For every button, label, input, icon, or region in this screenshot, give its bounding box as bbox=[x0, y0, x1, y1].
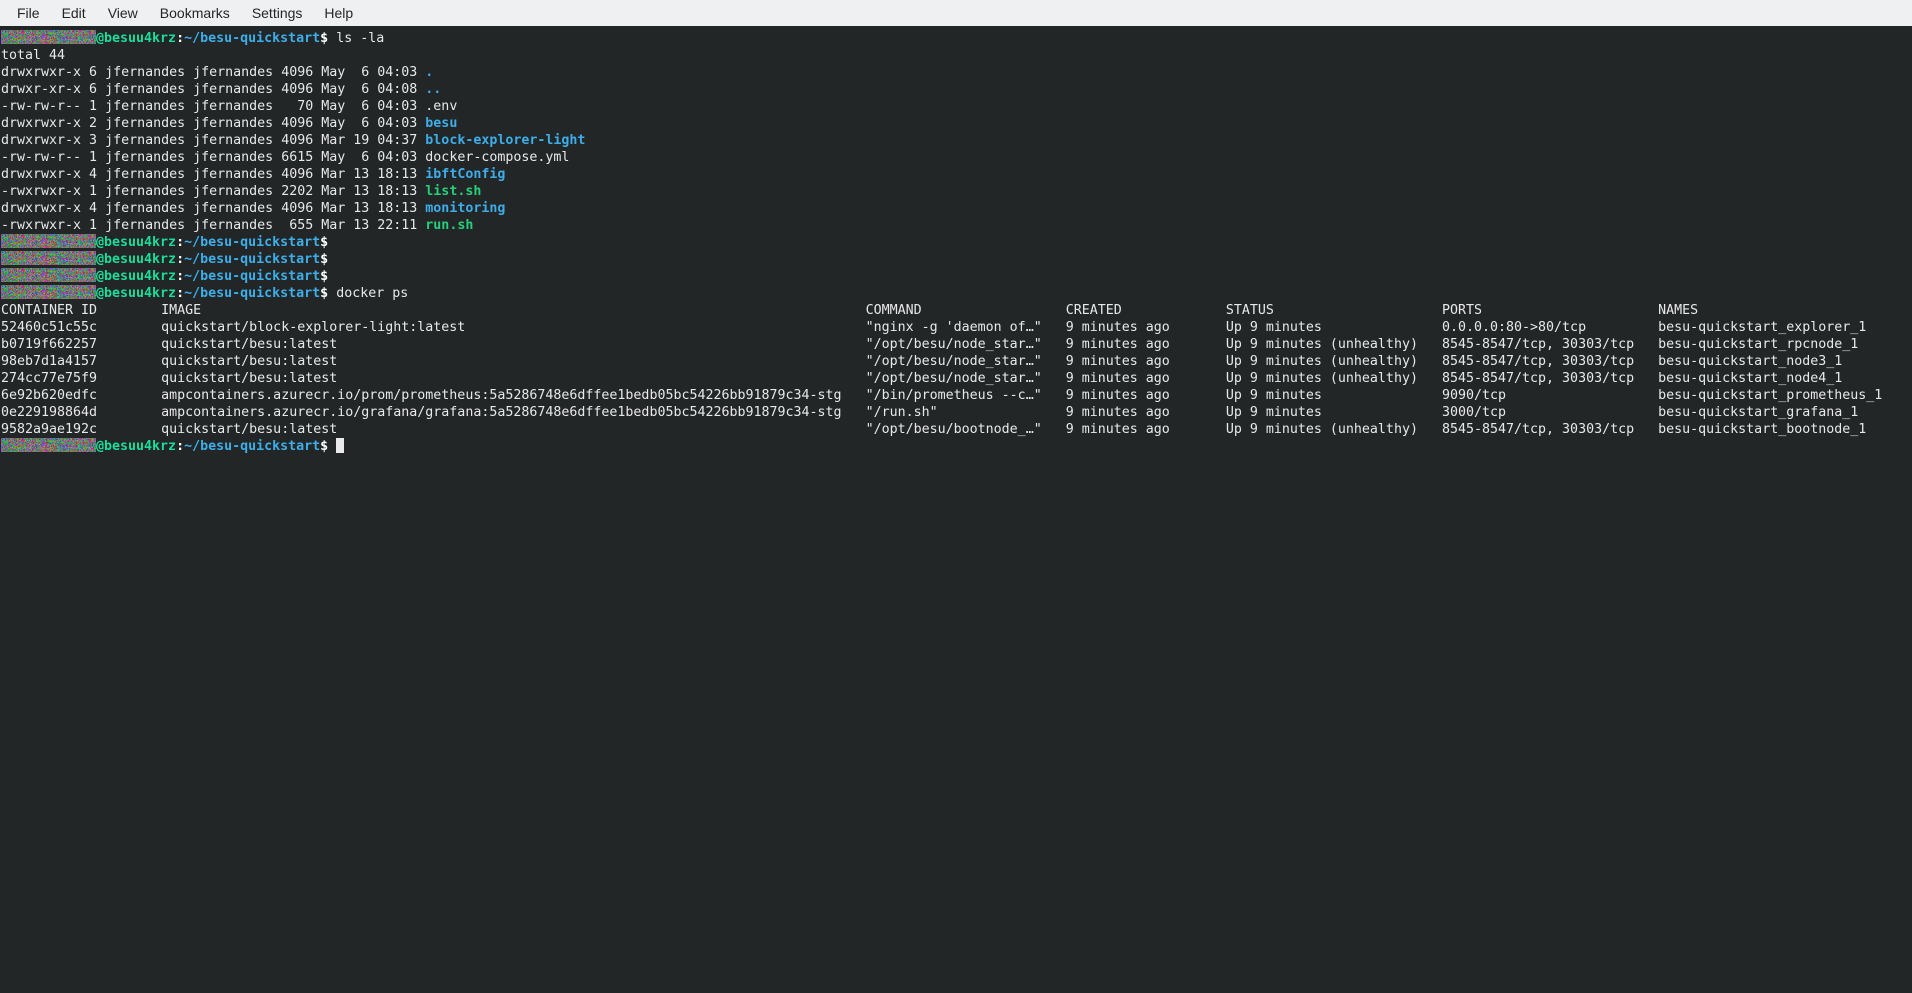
ls-entry-name: list.sh bbox=[425, 184, 481, 199]
docker-row-text: 0e229198864d ampcontainers.azurecr.io/gr… bbox=[1, 405, 1858, 420]
prompt-path: ~/besu-quickstart bbox=[184, 439, 320, 454]
menu-item-view[interactable]: View bbox=[97, 5, 149, 21]
prompt-path: ~/besu-quickstart bbox=[184, 269, 320, 284]
redacted-username bbox=[1, 30, 96, 44]
ls-entry-name: block-explorer-light bbox=[425, 133, 585, 148]
ls-entry-meta: drwxrwxr-x 6 jfernandes jfernandes 4096 … bbox=[1, 65, 425, 80]
docker-ps-row: 274cc77e75f9 quickstart/besu:latest "/op… bbox=[1, 370, 1912, 387]
ls-entry-meta: drwxr-xr-x 6 jfernandes jfernandes 4096 … bbox=[1, 82, 425, 97]
docker-row-text: 6e92b620edfc ampcontainers.azurecr.io/pr… bbox=[1, 388, 1882, 403]
ls-output-line: -rwxrwxr-x 1 jfernandes jfernandes 655 M… bbox=[1, 217, 1912, 234]
ls-entry-meta: drwxrwxr-x 2 jfernandes jfernandes 4096 … bbox=[1, 116, 425, 131]
prompt-separator: : bbox=[176, 439, 184, 454]
prompt-symbol: $ bbox=[320, 439, 328, 454]
menu-item-help[interactable]: Help bbox=[313, 5, 364, 21]
ls-entry-meta: -rw-rw-r-- 1 jfernandes jfernandes 70 Ma… bbox=[1, 99, 425, 114]
docker-ps-header: CONTAINER ID IMAGE COMMAND CREATED STATU… bbox=[1, 302, 1912, 319]
ls-entry-name: ibftConfig bbox=[425, 167, 505, 182]
ls-output-line: drwxrwxr-x 4 jfernandes jfernandes 4096 … bbox=[1, 200, 1912, 217]
prompt-path: ~/besu-quickstart bbox=[184, 235, 320, 250]
docker-row-text: 52460c51c55c quickstart/block-explorer-l… bbox=[1, 320, 1866, 335]
ls-output-line: -rw-rw-r-- 1 jfernandes jfernandes 6615 … bbox=[1, 149, 1912, 166]
prompt-symbol: $ bbox=[320, 252, 328, 267]
menu-item-edit[interactable]: Edit bbox=[51, 5, 97, 21]
prompt-line: @besuu4krz:~/besu-quickstart$ bbox=[1, 438, 1912, 455]
menu-item-bookmarks[interactable]: Bookmarks bbox=[149, 5, 241, 21]
prompt-host: @besuu4krz bbox=[96, 235, 176, 250]
ls-entry-name: run.sh bbox=[425, 218, 473, 233]
ls-output-line: drwxrwxr-x 3 jfernandes jfernandes 4096 … bbox=[1, 132, 1912, 149]
docker-row-text: 9582a9ae192c quickstart/besu:latest "/op… bbox=[1, 422, 1866, 437]
prompt-separator: : bbox=[176, 31, 184, 46]
redacted-username bbox=[1, 268, 96, 282]
ls-entry-meta: -rwxrwxr-x 1 jfernandes jfernandes 655 M… bbox=[1, 218, 425, 233]
ls-entry-meta: drwxrwxr-x 4 jfernandes jfernandes 4096 … bbox=[1, 201, 425, 216]
docker-ps-row: 0e229198864d ampcontainers.azurecr.io/gr… bbox=[1, 404, 1912, 421]
docker-ps-row: 52460c51c55c quickstart/block-explorer-l… bbox=[1, 319, 1912, 336]
prompt-separator: : bbox=[176, 286, 184, 301]
typed-command: ls -la bbox=[328, 31, 384, 46]
docker-ps-row: 9582a9ae192c quickstart/besu:latest "/op… bbox=[1, 421, 1912, 438]
ls-entry-name: .env bbox=[425, 99, 457, 114]
prompt-host: @besuu4krz bbox=[96, 31, 176, 46]
prompt-symbol: $ bbox=[320, 269, 328, 284]
docker-ps-row: b0719f662257 quickstart/besu:latest "/op… bbox=[1, 336, 1912, 353]
text-segment bbox=[328, 439, 336, 454]
ls-total: total 44 bbox=[1, 48, 65, 63]
prompt-separator: : bbox=[176, 269, 184, 284]
menu-item-settings[interactable]: Settings bbox=[241, 5, 314, 21]
prompt-symbol: $ bbox=[320, 31, 328, 46]
ls-entry-meta: -rw-rw-r-- 1 jfernandes jfernandes 6615 … bbox=[1, 150, 425, 165]
ls-output-line: drwxrwxr-x 4 jfernandes jfernandes 4096 … bbox=[1, 166, 1912, 183]
prompt-symbol: $ bbox=[320, 286, 328, 301]
ls-entry-meta: drwxrwxr-x 4 jfernandes jfernandes 4096 … bbox=[1, 167, 425, 182]
redacted-username bbox=[1, 234, 96, 248]
prompt-line: @besuu4krz:~/besu-quickstart$ ls -la bbox=[1, 30, 1912, 47]
ls-output-line: drwxrwxr-x 2 jfernandes jfernandes 4096 … bbox=[1, 115, 1912, 132]
prompt-separator: : bbox=[176, 252, 184, 267]
docker-row-text: 274cc77e75f9 quickstart/besu:latest "/op… bbox=[1, 371, 1842, 386]
ls-entry-name: docker-compose.yml bbox=[425, 150, 569, 165]
redacted-username bbox=[1, 438, 96, 452]
typed-command: docker ps bbox=[328, 286, 408, 301]
ls-output-line: -rwxrwxr-x 1 jfernandes jfernandes 2202 … bbox=[1, 183, 1912, 200]
prompt-line: @besuu4krz:~/besu-quickstart$ bbox=[1, 234, 1912, 251]
prompt-line: @besuu4krz:~/besu-quickstart$ bbox=[1, 251, 1912, 268]
prompt-line: @besuu4krz:~/besu-quickstart$ docker ps bbox=[1, 285, 1912, 302]
prompt-line: @besuu4krz:~/besu-quickstart$ bbox=[1, 268, 1912, 285]
prompt-symbol: $ bbox=[320, 235, 328, 250]
redacted-username bbox=[1, 251, 96, 265]
docker-row-text: 98eb7d1a4157 quickstart/besu:latest "/op… bbox=[1, 354, 1842, 369]
prompt-host: @besuu4krz bbox=[96, 269, 176, 284]
ls-entry-name: .. bbox=[425, 82, 441, 97]
menu-bar: File Edit View Bookmarks Settings Help bbox=[0, 0, 1912, 26]
ls-output-line: -rw-rw-r-- 1 jfernandes jfernandes 70 Ma… bbox=[1, 98, 1912, 115]
docker-header-text: CONTAINER ID IMAGE COMMAND CREATED STATU… bbox=[1, 303, 1698, 318]
prompt-host: @besuu4krz bbox=[96, 286, 176, 301]
prompt-path: ~/besu-quickstart bbox=[184, 252, 320, 267]
prompt-host: @besuu4krz bbox=[96, 252, 176, 267]
shell-output-line: total 44 bbox=[1, 47, 1912, 64]
docker-ps-row: 6e92b620edfc ampcontainers.azurecr.io/pr… bbox=[1, 387, 1912, 404]
ls-entry-meta: drwxrwxr-x 3 jfernandes jfernandes 4096 … bbox=[1, 133, 425, 148]
ls-entry-name: besu bbox=[425, 116, 457, 131]
ls-entry-meta: -rwxrwxr-x 1 jfernandes jfernandes 2202 … bbox=[1, 184, 425, 199]
ls-entry-name: monitoring bbox=[425, 201, 505, 216]
prompt-path: ~/besu-quickstart bbox=[184, 31, 320, 46]
prompt-path: ~/besu-quickstart bbox=[184, 286, 320, 301]
ls-output-line: drwxr-xr-x 6 jfernandes jfernandes 4096 … bbox=[1, 81, 1912, 98]
terminal-screen[interactable]: @besuu4krz:~/besu-quickstart$ ls -latota… bbox=[0, 26, 1912, 455]
ls-output-line: drwxrwxr-x 6 jfernandes jfernandes 4096 … bbox=[1, 64, 1912, 81]
menu-item-file[interactable]: File bbox=[6, 5, 51, 21]
redacted-username bbox=[1, 285, 96, 299]
docker-row-text: b0719f662257 quickstart/besu:latest "/op… bbox=[1, 337, 1858, 352]
prompt-separator: : bbox=[176, 235, 184, 250]
docker-ps-row: 98eb7d1a4157 quickstart/besu:latest "/op… bbox=[1, 353, 1912, 370]
terminal-cursor bbox=[336, 438, 344, 453]
ls-entry-name: . bbox=[425, 65, 433, 80]
prompt-host: @besuu4krz bbox=[96, 439, 176, 454]
